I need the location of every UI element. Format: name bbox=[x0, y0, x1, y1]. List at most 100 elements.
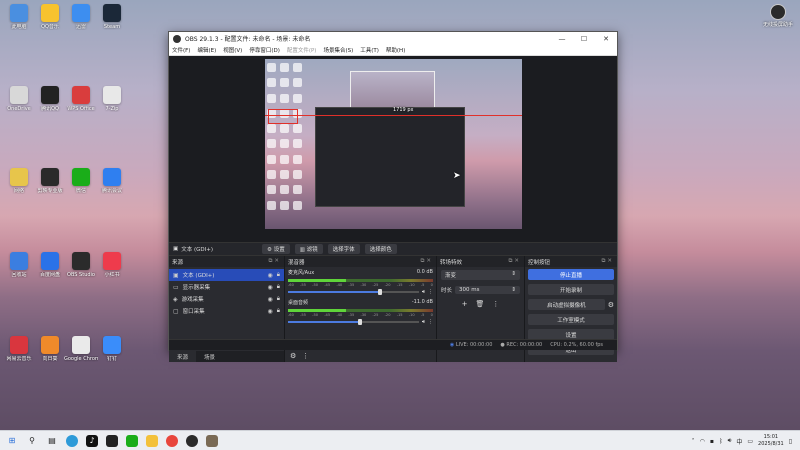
select-font-button[interactable]: 选择字体 bbox=[327, 244, 360, 254]
desktop-icon[interactable]: OBS Studio bbox=[64, 252, 98, 278]
desktop-icon[interactable]: 腾讯会议 bbox=[95, 168, 129, 194]
volume-slider[interactable] bbox=[288, 289, 419, 295]
dock-header-buttons[interactable]: ⧉✕ bbox=[268, 258, 281, 265]
speaker-icon[interactable]: 🔊︎ bbox=[422, 319, 425, 325]
tab-scenes[interactable]: 场景 bbox=[196, 351, 223, 362]
duration-spinbox[interactable]: 300 ms ⇕ bbox=[455, 286, 520, 294]
notification-icon[interactable]: ▯ bbox=[789, 438, 792, 445]
more-options-icon[interactable]: ⋮ bbox=[428, 289, 433, 295]
desktop-icon-corner[interactable]: 无线投屏助手 bbox=[760, 4, 796, 28]
filter-icon: ▥ bbox=[299, 247, 305, 253]
menu-tools[interactable]: 工具(T) bbox=[360, 46, 379, 54]
network-icon[interactable]: ▭ bbox=[747, 438, 753, 445]
desktop-icon[interactable]: 回收站 bbox=[2, 252, 36, 278]
desktop-icon[interactable]: 网易云音乐 bbox=[2, 336, 36, 362]
desktop-icon[interactable]: QQ音乐 bbox=[33, 4, 67, 30]
wechat-icon[interactable] bbox=[126, 434, 138, 447]
menu-help[interactable]: 帮助(H) bbox=[386, 46, 405, 54]
menu-docks[interactable]: 停靠窗口(D) bbox=[249, 46, 280, 54]
title-bar[interactable]: OBS 29.1.3 - 配置文件: 未命名 - 场景: 未命名 — ☐ ✕ bbox=[169, 32, 617, 45]
volume-slider-knob[interactable] bbox=[357, 319, 362, 325]
desktop-icon[interactable]: 微信 bbox=[64, 168, 98, 194]
minimize-button[interactable]: — bbox=[551, 35, 573, 43]
tab-sources[interactable]: 来源 bbox=[169, 351, 197, 362]
preview-canvas[interactable]: 1719 px ➤ bbox=[265, 59, 522, 229]
volume-slider-knob[interactable] bbox=[377, 289, 382, 295]
source-item[interactable]: ▣ 文本 (GDI+) ◉ 🔒︎ bbox=[169, 269, 284, 281]
app-taskbar-icon[interactable] bbox=[206, 434, 218, 447]
stop-streaming-button[interactable]: 停止直播 bbox=[528, 269, 614, 280]
source-filters-button[interactable]: ▥ 滤镜 bbox=[294, 244, 323, 254]
tiktok-icon[interactable]: ♪ bbox=[86, 434, 98, 447]
desktop-icon[interactable]: Steam bbox=[95, 4, 129, 30]
menu-profile[interactable]: 配置文件(P) bbox=[287, 46, 317, 54]
file-explorer-icon[interactable] bbox=[146, 434, 158, 447]
eye-icon[interactable]: ◉ bbox=[268, 272, 273, 279]
lock-icon[interactable]: 🔒︎ bbox=[277, 295, 280, 303]
desktop-icon[interactable]: 腾讯QQ bbox=[33, 86, 67, 112]
studio-mode-button[interactable]: 工作室模式 bbox=[528, 314, 614, 325]
close-button[interactable]: ✕ bbox=[595, 35, 617, 43]
dock-header-buttons[interactable]: ⧉✕ bbox=[601, 258, 614, 265]
transition-select[interactable]: 渐变 ⇕ bbox=[441, 270, 520, 280]
more-options-icon[interactable]: ⋮ bbox=[428, 319, 433, 325]
chevron-up-icon[interactable]: ˄ bbox=[692, 438, 695, 445]
desktop-icon[interactable]: 向日葵 bbox=[33, 336, 67, 362]
search-icon[interactable]: ⚲ bbox=[26, 435, 38, 447]
chrome-icon[interactable] bbox=[166, 434, 178, 447]
source-item[interactable]: ▭ 显示器采集 ◉ 🔒︎ bbox=[169, 281, 284, 293]
desktop-icon[interactable]: 迅雷 bbox=[64, 4, 98, 30]
lock-icon[interactable]: 🔒︎ bbox=[277, 283, 280, 291]
menu-edit[interactable]: 编辑(E) bbox=[197, 46, 216, 54]
select-color-button[interactable]: 选择颜色 bbox=[364, 244, 397, 254]
advanced-audio-icon[interactable]: ⚙ bbox=[290, 352, 296, 360]
maximize-button[interactable]: ☐ bbox=[573, 35, 595, 43]
desktop-icon[interactable]: WPS Office bbox=[64, 86, 98, 112]
menu-scene-collection[interactable]: 场景集合(S) bbox=[323, 46, 353, 54]
input-language[interactable]: 中 bbox=[736, 437, 742, 446]
speaker-icon[interactable]: 🔊︎ bbox=[422, 289, 425, 295]
lock-icon[interactable]: 🔒︎ bbox=[277, 271, 280, 279]
source-properties-button[interactable]: ⚙ 设置 bbox=[262, 244, 290, 254]
bluetooth-icon[interactable]: ᛒ bbox=[719, 438, 723, 445]
remove-transition-icon[interactable]: 🗑︎ bbox=[475, 300, 484, 308]
more-options-icon[interactable]: ⋮ bbox=[492, 300, 499, 308]
obs-taskbar-icon[interactable] bbox=[186, 434, 198, 447]
menu-file[interactable]: 文件(F) bbox=[172, 46, 190, 54]
volume-icon[interactable]: 🔊︎ bbox=[728, 437, 732, 445]
eye-icon[interactable]: ◉ bbox=[268, 296, 273, 303]
lock-icon[interactable]: 🔒︎ bbox=[277, 307, 280, 315]
jianying-icon[interactable] bbox=[106, 434, 118, 447]
task-view-icon[interactable]: ▤ bbox=[46, 435, 58, 447]
volume-slider[interactable] bbox=[288, 319, 419, 325]
preview-area[interactable]: 1719 px ➤ bbox=[169, 56, 617, 242]
desktop-icon[interactable]: 剪映专业版 bbox=[33, 168, 67, 194]
tray-app-icon[interactable]: ▪ bbox=[710, 438, 714, 445]
eye-icon[interactable]: ◉ bbox=[268, 308, 273, 315]
start-recording-button[interactable]: 开始录制 bbox=[528, 284, 614, 295]
channel-db: -11.0 dB bbox=[411, 299, 433, 305]
more-options-icon[interactable]: ⋮ bbox=[302, 352, 309, 360]
windows-start-icon[interactable]: ⊞ bbox=[6, 435, 18, 447]
virtual-camera-settings-icon[interactable]: ⚙ bbox=[608, 301, 617, 309]
desktop-icon[interactable]: 百度网盘 bbox=[33, 252, 67, 278]
source-bounding-box[interactable] bbox=[268, 109, 298, 124]
desktop-icon[interactable]: 钉钉 bbox=[95, 336, 129, 362]
source-item[interactable]: ▢ 窗口采集 ◉ 🔒︎ bbox=[169, 305, 284, 317]
menu-view[interactable]: 视图(V) bbox=[223, 46, 242, 54]
wifi-icon[interactable]: ◠ bbox=[700, 438, 705, 445]
clock[interactable]: 15:01 2025/8/31 bbox=[758, 434, 784, 448]
eye-icon[interactable]: ◉ bbox=[268, 284, 273, 291]
edge-icon[interactable] bbox=[66, 434, 78, 447]
desktop-icon[interactable]: OneDrive bbox=[2, 86, 36, 112]
desktop-icon[interactable]: 小红书 bbox=[95, 252, 129, 278]
start-virtual-camera-button[interactable]: 启动虚拟摄像机 bbox=[528, 299, 605, 310]
add-transition-icon[interactable]: + bbox=[462, 300, 468, 308]
dock-header-buttons[interactable]: ⧉✕ bbox=[508, 258, 521, 265]
desktop-icon[interactable]: Google Chrome bbox=[64, 336, 98, 362]
dock-header-buttons[interactable]: ⧉✕ bbox=[420, 258, 433, 265]
desktop-icon[interactable]: 网络 bbox=[2, 168, 36, 194]
desktop-icon[interactable]: 此电脑 bbox=[2, 4, 36, 30]
source-item[interactable]: ◈ 游戏采集 ◉ 🔒︎ bbox=[169, 293, 284, 305]
desktop-icon[interactable]: 7-Zip bbox=[95, 86, 129, 112]
